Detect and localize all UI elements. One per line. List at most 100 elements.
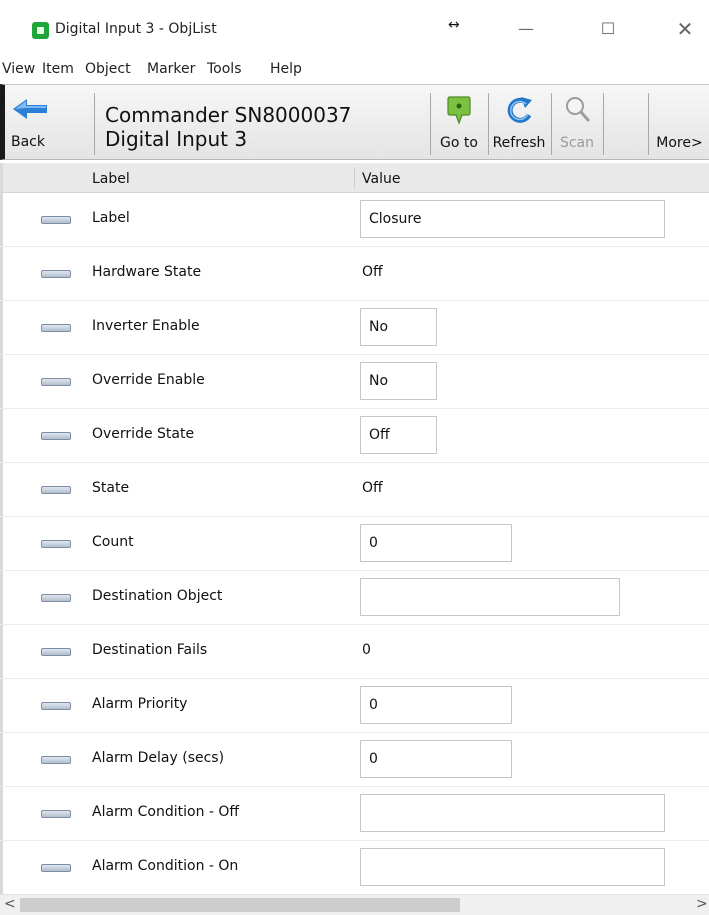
alarm-condition-off-field[interactable] (360, 794, 665, 832)
resize-cursor-icon: ↔ (448, 17, 460, 33)
destination-object-field[interactable] (360, 578, 620, 616)
toolbar-separator (648, 93, 649, 155)
menu-view[interactable]: View (2, 61, 35, 77)
property-label: Hardware State (92, 264, 202, 280)
column-divider[interactable] (354, 167, 355, 189)
toolbar: Back Commander SN8000037 Digital Input 3… (0, 84, 709, 160)
property-row-alarm-condition-off[interactable]: Alarm Condition - Off (0, 788, 709, 841)
toolbar-separator (488, 93, 489, 155)
property-icon (41, 864, 71, 872)
toolbar-separator (551, 93, 552, 155)
title-bar: Digital Input 3 - ObjList ↔ — ☐ ✕ (0, 0, 709, 52)
scroll-right-arrow-icon[interactable]: > (696, 896, 708, 912)
property-value: Off (362, 264, 383, 280)
toolbar-separator (430, 93, 431, 155)
more-button[interactable]: More> (650, 85, 709, 159)
refresh-label: Refresh (492, 135, 546, 151)
property-value: No (369, 373, 389, 389)
property-icon (41, 324, 71, 332)
menu-object[interactable]: Object (85, 61, 131, 77)
close-button[interactable]: ✕ (662, 14, 708, 44)
property-row-override-state[interactable]: Override State Off (0, 410, 709, 463)
property-icon (41, 270, 71, 278)
toolbar-separator (94, 93, 95, 155)
menu-tools[interactable]: Tools (207, 61, 242, 77)
label-value-field[interactable]: Closure (360, 200, 665, 238)
property-row-destination-object[interactable]: Destination Object (0, 572, 709, 625)
property-label: Destination Object (92, 588, 223, 604)
property-value: Closure (369, 211, 422, 227)
property-label: Override State (92, 426, 195, 442)
property-label: Override Enable (92, 372, 205, 388)
horizontal-scrollbar[interactable]: < > (0, 894, 709, 915)
property-row-state[interactable]: State Off (0, 464, 709, 517)
property-label: Count (92, 534, 134, 550)
property-value: No (369, 319, 389, 335)
refresh-icon (507, 97, 532, 123)
property-label: Destination Fails (92, 642, 208, 658)
property-row-hardware-state[interactable]: Hardware State Off (0, 248, 709, 301)
property-row-destination-fails[interactable]: Destination Fails 0 (0, 626, 709, 679)
column-header-value[interactable]: Value (362, 171, 400, 187)
property-icon (41, 486, 71, 494)
property-icon (41, 432, 71, 440)
alarm-delay-field[interactable]: 0 (360, 740, 512, 778)
property-label: Alarm Delay (secs) (92, 750, 225, 766)
property-icon (41, 594, 71, 602)
property-label: Alarm Condition - On (92, 858, 239, 874)
property-icon (41, 702, 71, 710)
back-arrow-icon (13, 99, 47, 119)
property-label: Inverter Enable (92, 318, 200, 334)
property-icon (41, 648, 71, 656)
window-title: Digital Input 3 - ObjList (55, 21, 217, 37)
property-row-alarm-delay[interactable]: Alarm Delay (secs) 0 (0, 734, 709, 787)
property-row-label[interactable]: Label Closure (0, 194, 709, 247)
property-row-alarm-condition-on[interactable]: Alarm Condition - On (0, 842, 709, 894)
property-value: Off (369, 427, 390, 443)
column-header-label[interactable]: Label (92, 171, 130, 187)
goto-label: Go to (440, 135, 478, 151)
property-label: Label (92, 210, 130, 226)
property-row-alarm-priority[interactable]: Alarm Priority 0 (0, 680, 709, 733)
menu-marker[interactable]: Marker (147, 61, 195, 77)
minimize-button[interactable]: — (503, 14, 549, 44)
inverter-enable-field[interactable]: No (360, 308, 437, 346)
property-icon (41, 378, 71, 386)
override-enable-field[interactable]: No (360, 362, 437, 400)
property-icon (41, 216, 71, 224)
menu-help[interactable]: Help (270, 61, 302, 77)
goto-marker-icon (447, 96, 471, 125)
back-button[interactable]: Back (5, 85, 57, 159)
column-header: Label Value (0, 163, 709, 193)
property-value: 0 (369, 535, 378, 551)
property-row-inverter-enable[interactable]: Inverter Enable No (0, 302, 709, 355)
alarm-condition-on-field[interactable] (360, 848, 665, 886)
property-value: 0 (369, 697, 378, 713)
refresh-button[interactable]: Refresh (490, 85, 548, 159)
property-row-count[interactable]: Count 0 (0, 518, 709, 571)
property-icon (41, 540, 71, 548)
property-label: State (92, 480, 130, 496)
property-label: Alarm Priority (92, 696, 188, 712)
goto-button[interactable]: Go to (433, 85, 485, 159)
scroll-left-arrow-icon[interactable]: < (4, 896, 16, 912)
alarm-priority-field[interactable]: 0 (360, 686, 512, 724)
menu-bar: View Item Object Marker Tools Help (0, 56, 709, 82)
magnifier-icon (566, 97, 590, 122)
menu-item[interactable]: Item (42, 61, 74, 77)
count-field[interactable]: 0 (360, 524, 512, 562)
object-title-line2: Digital Input 3 (105, 127, 248, 151)
property-value: 0 (362, 642, 371, 658)
scan-button[interactable]: Scan (553, 85, 601, 159)
toolbar-separator (603, 93, 604, 155)
property-value: Off (362, 480, 383, 496)
scan-label: Scan (559, 135, 595, 151)
property-row-override-enable[interactable]: Override Enable No (0, 356, 709, 409)
maximize-button[interactable]: ☐ (585, 14, 631, 44)
back-label: Back (11, 134, 45, 150)
scrollbar-thumb[interactable] (20, 898, 460, 912)
override-state-field[interactable]: Off (360, 416, 437, 454)
object-title: Commander SN8000037 Digital Input 3 (105, 103, 351, 151)
property-label: Alarm Condition - Off (92, 804, 240, 820)
app-icon (32, 22, 49, 39)
